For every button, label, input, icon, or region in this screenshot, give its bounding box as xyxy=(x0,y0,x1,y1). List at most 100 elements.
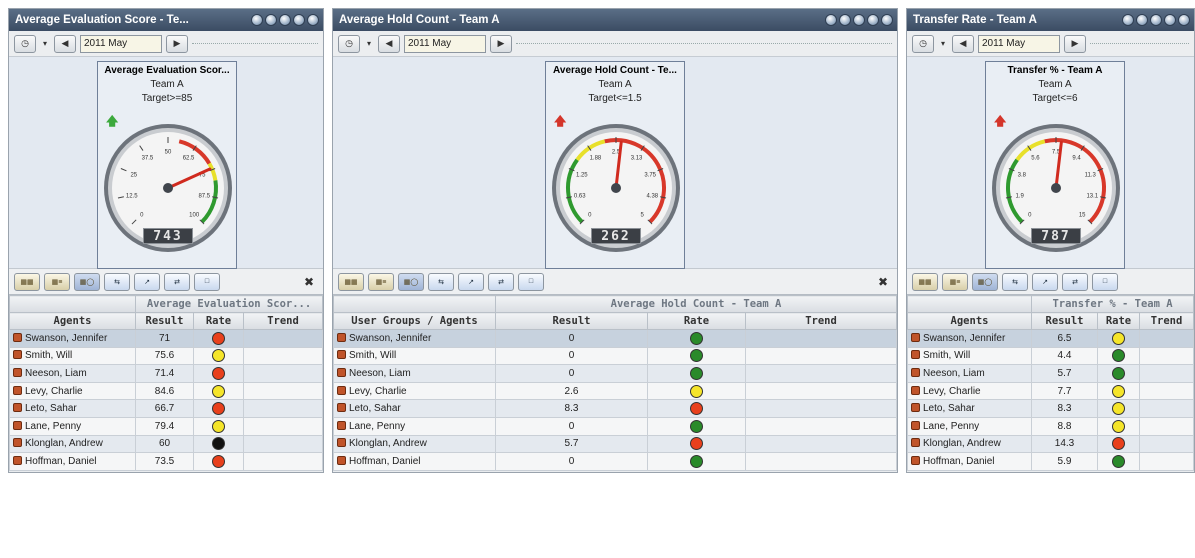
window-button[interactable]: □ xyxy=(194,272,220,291)
previous-period-button[interactable]: ◀ xyxy=(54,34,76,53)
help-icon[interactable] xyxy=(825,14,837,26)
expand-button[interactable]: ⇄ xyxy=(488,272,514,291)
table-row[interactable]: Leto, Sahar 8.3 xyxy=(907,399,1194,418)
agent-cell[interactable]: Swanson, Jennifer xyxy=(907,329,1032,348)
window-button[interactable]: □ xyxy=(518,272,544,291)
agent-cell[interactable]: Smith, Will xyxy=(9,346,136,366)
column-header-result[interactable]: Result xyxy=(495,312,648,330)
panel-titlebar[interactable]: Average Evaluation Score - Te... xyxy=(9,9,323,31)
close-view-icon[interactable]: ✖ xyxy=(301,274,317,290)
table-row[interactable]: Smith, Will 0 xyxy=(333,346,897,366)
close-icon[interactable] xyxy=(881,14,893,26)
agent-cell[interactable]: Neeson, Liam xyxy=(9,364,136,383)
agent-cell[interactable]: Levy, Charlie xyxy=(907,381,1032,401)
agent-cell[interactable]: Swanson, Jennifer xyxy=(9,329,136,348)
agent-cell[interactable]: Levy, Charlie xyxy=(333,381,496,401)
table-row[interactable]: Klonglan, Andrew 14.3 xyxy=(907,434,1194,454)
table-row[interactable]: Smith, Will 75.6 xyxy=(9,346,323,366)
gauge-view-button[interactable]: ▦◯ xyxy=(398,272,424,291)
panel-titlebar[interactable]: Average Hold Count - Team A xyxy=(333,9,897,31)
column-header-rate[interactable]: Rate xyxy=(193,312,244,330)
next-period-button[interactable]: ▶ xyxy=(166,34,188,53)
agent-cell[interactable]: Smith, Will xyxy=(907,346,1032,366)
table-row[interactable]: Levy, Charlie 84.6 xyxy=(9,381,323,401)
minimize-icon[interactable] xyxy=(867,14,879,26)
agent-cell[interactable]: Lane, Penny xyxy=(333,416,496,436)
minimize-icon[interactable] xyxy=(293,14,305,26)
table-row[interactable]: Swanson, Jennifer 71 xyxy=(9,329,323,348)
close-icon[interactable] xyxy=(307,14,319,26)
table-row[interactable]: Swanson, Jennifer 6.5 xyxy=(907,329,1194,348)
close-view-icon[interactable]: ✖ xyxy=(875,274,891,290)
chevron-down-icon[interactable]: ▾ xyxy=(40,35,50,53)
period-date-field[interactable]: 2011 May xyxy=(80,34,162,53)
table-row[interactable]: Levy, Charlie 2.6 xyxy=(333,381,897,401)
table-view-button[interactable]: ▦≡ xyxy=(368,272,394,291)
table-row[interactable]: Lane, Penny 8.8 xyxy=(907,416,1194,436)
table-row[interactable]: Swanson, Jennifer 0 xyxy=(333,329,897,348)
table-view-button[interactable]: ▦≡ xyxy=(942,272,968,291)
help-icon[interactable] xyxy=(1122,14,1134,26)
column-header-trend[interactable]: Trend xyxy=(243,312,323,330)
clock-icon[interactable]: ◷ xyxy=(338,34,360,53)
column-header-agents[interactable]: Agents xyxy=(907,312,1032,330)
column-header-rate[interactable]: Rate xyxy=(647,312,746,330)
grid-view-button[interactable]: ▦▦ xyxy=(338,272,364,291)
agent-cell[interactable]: Leto, Sahar xyxy=(907,399,1032,418)
table-row[interactable]: Hoffman, Daniel 0 xyxy=(333,452,897,471)
clock-icon[interactable]: ◷ xyxy=(14,34,36,53)
refresh-icon[interactable] xyxy=(839,14,851,26)
gauge-view-button[interactable]: ▦◯ xyxy=(74,272,100,291)
minimize-icon[interactable] xyxy=(1164,14,1176,26)
column-header-result[interactable]: Result xyxy=(135,312,194,330)
timeline-slider[interactable] xyxy=(1090,43,1189,44)
help-icon[interactable] xyxy=(251,14,263,26)
table-row[interactable]: Leto, Sahar 8.3 xyxy=(333,399,897,418)
column-header-agents[interactable]: User Groups / Agents xyxy=(333,312,496,330)
chevron-down-icon[interactable]: ▾ xyxy=(364,35,374,53)
column-header-trend[interactable]: Trend xyxy=(1139,312,1194,330)
period-date-field[interactable]: 2011 May xyxy=(404,34,486,53)
table-row[interactable]: Lane, Penny 0 xyxy=(333,416,897,436)
column-header-result[interactable]: Result xyxy=(1031,312,1098,330)
compare-button[interactable]: ⇆ xyxy=(1002,272,1028,291)
settings-icon[interactable] xyxy=(279,14,291,26)
chevron-down-icon[interactable]: ▾ xyxy=(938,35,948,53)
table-row[interactable]: Smith, Will 4.4 xyxy=(907,346,1194,366)
agent-cell[interactable]: Klonglan, Andrew xyxy=(9,434,136,454)
window-button[interactable]: □ xyxy=(1092,272,1118,291)
previous-period-button[interactable]: ◀ xyxy=(952,34,974,53)
close-icon[interactable] xyxy=(1178,14,1190,26)
table-row[interactable]: Hoffman, Daniel 5.9 xyxy=(907,452,1194,471)
refresh-icon[interactable] xyxy=(1136,14,1148,26)
panel-titlebar[interactable]: Transfer Rate - Team A xyxy=(907,9,1194,31)
expand-button[interactable]: ⇄ xyxy=(1062,272,1088,291)
grid-view-button[interactable]: ▦▦ xyxy=(912,272,938,291)
table-row[interactable]: Leto, Sahar 66.7 xyxy=(9,399,323,418)
grid-view-button[interactable]: ▦▦ xyxy=(14,272,40,291)
previous-period-button[interactable]: ◀ xyxy=(378,34,400,53)
agent-cell[interactable]: Smith, Will xyxy=(333,346,496,366)
column-header-trend[interactable]: Trend xyxy=(745,312,897,330)
refresh-icon[interactable] xyxy=(265,14,277,26)
table-row[interactable]: Neeson, Liam 5.7 xyxy=(907,364,1194,383)
clock-icon[interactable]: ◷ xyxy=(912,34,934,53)
next-period-button[interactable]: ▶ xyxy=(1064,34,1086,53)
table-view-button[interactable]: ▦≡ xyxy=(44,272,70,291)
chart-button[interactable]: ↗ xyxy=(1032,272,1058,291)
table-row[interactable]: Levy, Charlie 7.7 xyxy=(907,381,1194,401)
agent-cell[interactable]: Lane, Penny xyxy=(907,416,1032,436)
chart-button[interactable]: ↗ xyxy=(134,272,160,291)
agent-cell[interactable]: Leto, Sahar xyxy=(333,399,496,418)
settings-icon[interactable] xyxy=(853,14,865,26)
gauge-view-button[interactable]: ▦◯ xyxy=(972,272,998,291)
agent-cell[interactable]: Leto, Sahar xyxy=(9,399,136,418)
agent-cell[interactable]: Hoffman, Daniel xyxy=(333,452,496,471)
timeline-slider[interactable] xyxy=(516,43,892,44)
expand-button[interactable]: ⇄ xyxy=(164,272,190,291)
agent-cell[interactable]: Swanson, Jennifer xyxy=(333,329,496,348)
column-header-rate[interactable]: Rate xyxy=(1097,312,1140,330)
column-header-agents[interactable]: Agents xyxy=(9,312,136,330)
period-date-field[interactable]: 2011 May xyxy=(978,34,1060,53)
table-row[interactable]: Klonglan, Andrew 60 xyxy=(9,434,323,454)
